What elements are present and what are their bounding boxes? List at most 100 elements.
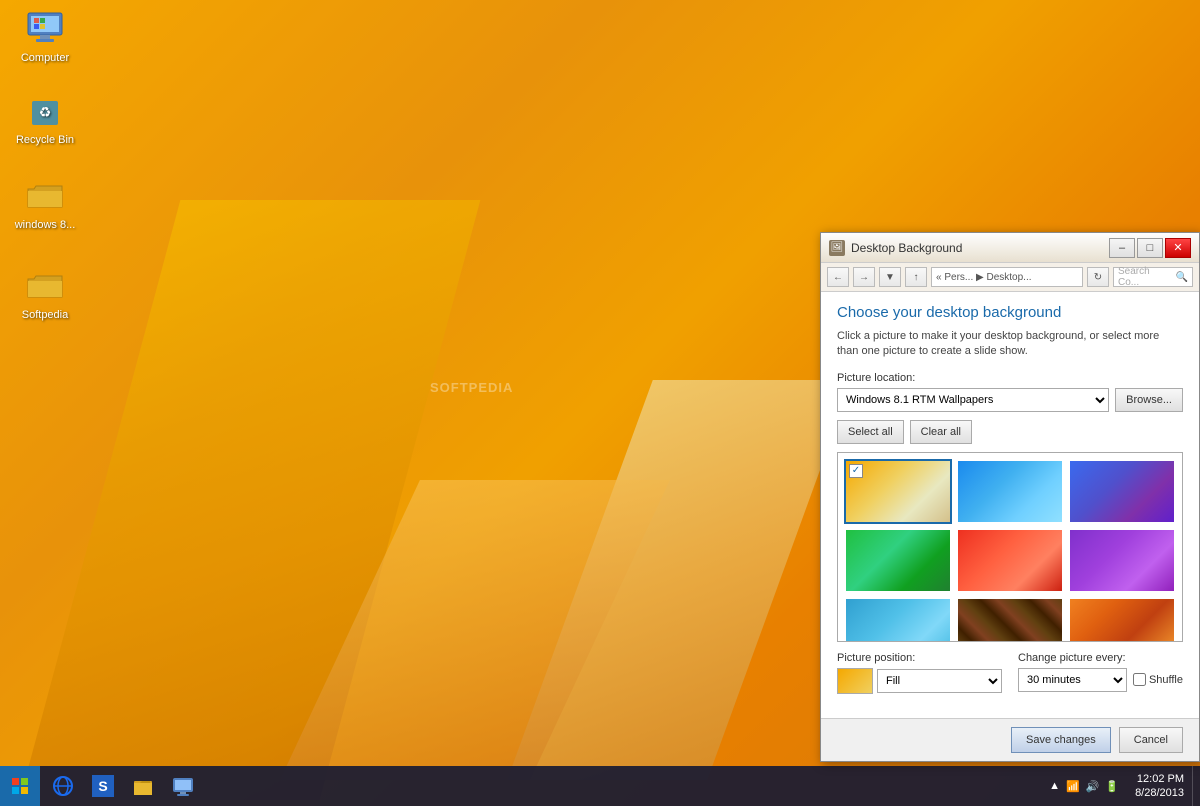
dropdown-button[interactable]: ▼ <box>879 267 901 287</box>
change-row: 30 minutes Shuffle <box>1018 668 1183 692</box>
taskbar-item-explorer[interactable] <box>124 768 162 804</box>
wallpaper-thumb-9 <box>1070 599 1174 642</box>
wallpaper-thumb-6 <box>1070 530 1174 591</box>
ie-icon <box>52 775 74 797</box>
wallpaper-thumb-2 <box>958 461 1062 522</box>
picture-location-row: Windows 8.1 RTM Wallpapers Browse... <box>837 388 1183 412</box>
clear-all-button[interactable]: Clear all <box>910 420 972 444</box>
recycle-icon: ♻ <box>25 90 65 130</box>
explorer-icon <box>132 775 154 797</box>
volume-icon: 🔊 <box>1086 780 1100 793</box>
desktop-icon-computer[interactable]: Computer <box>10 8 80 65</box>
address-input[interactable]: « Pers... ▶ Desktop... <box>931 267 1083 287</box>
wallpaper-item-9[interactable] <box>1068 597 1176 642</box>
select-all-button[interactable]: Select all <box>837 420 904 444</box>
desktop-icon-softpedia[interactable]: Softpedia <box>10 265 80 322</box>
desktop-icon-recycle[interactable]: ♻ Recycle Bin <box>10 90 80 147</box>
select-clear-row: Select all Clear all <box>837 420 1183 444</box>
computer-icon <box>25 8 65 48</box>
change-picture-section: Change picture every: 30 minutes Shuffle <box>1018 652 1183 692</box>
change-every-select[interactable]: 30 minutes <box>1018 668 1127 692</box>
search-input[interactable]: Search Co... 🔍 <box>1113 267 1193 287</box>
wallpaper-item-5[interactable] <box>956 528 1064 593</box>
wallpaper-thumb-8 <box>958 599 1062 642</box>
taskbar: S ▲ 📶 🔊 <box>0 766 1200 806</box>
address-path: « Pers... ▶ Desktop... <box>936 272 1032 283</box>
title-bar-buttons: – □ ✕ <box>1109 238 1191 258</box>
wallpaper-item-7[interactable] <box>844 597 952 642</box>
dialog-title-bar[interactable]: 🖼 Desktop Background – □ ✕ <box>821 233 1199 263</box>
dialog-title-text: Desktop Background <box>851 241 1109 255</box>
dialog-footer: Save changes Cancel <box>821 718 1199 761</box>
softpedia-folder-icon <box>25 265 65 305</box>
taskbar-item-rdp[interactable] <box>164 768 202 804</box>
wallpaper-checkbox-1[interactable]: ✓ <box>849 464 863 478</box>
wallpaper-item-2[interactable] <box>956 459 1064 524</box>
bottom-controls: Picture position: Fill Change picture ev… <box>837 652 1183 694</box>
rdp-icon <box>172 775 194 797</box>
system-tray: ▲ 📶 🔊 🔋 <box>1041 780 1127 793</box>
taskbar-item-ie[interactable] <box>44 768 82 804</box>
save-changes-button[interactable]: Save changes <box>1011 727 1111 753</box>
wallpaper-thumb-7 <box>846 599 950 642</box>
position-select[interactable]: Fill <box>877 669 1002 693</box>
up-button[interactable]: ↑ <box>905 267 927 287</box>
network-icon: 📶 <box>1066 780 1080 793</box>
close-button[interactable]: ✕ <box>1165 238 1191 258</box>
skydrive-icon: S <box>92 775 114 797</box>
minimize-button[interactable]: – <box>1109 238 1135 258</box>
taskbar-item-skydrive[interactable]: S <box>84 768 122 804</box>
wallpaper-thumb-5 <box>958 530 1062 591</box>
wallpaper-thumb-3 <box>1070 461 1174 522</box>
wallpaper-item-3[interactable] <box>1068 459 1176 524</box>
computer-icon-label: Computer <box>21 52 69 65</box>
refresh-button[interactable]: ↻ <box>1087 267 1109 287</box>
desktop-icon-windows8[interactable]: windows 8... <box>10 175 80 232</box>
watermark: SOFTPEDIA <box>430 380 513 395</box>
desktop: SOFTPEDIA Computer ♻ Recycle Bin <box>0 0 1200 806</box>
position-thumbnail <box>837 668 873 694</box>
shuffle-checkbox[interactable] <box>1133 673 1146 686</box>
tray-up-arrow[interactable]: ▲ <box>1049 780 1060 792</box>
browse-button[interactable]: Browse... <box>1115 388 1183 412</box>
wallpaper-item-4[interactable] <box>844 528 952 593</box>
wallpaper-grid-container[interactable]: ✓ <box>837 452 1183 642</box>
clock-date: 8/28/2013 <box>1135 786 1184 800</box>
back-button[interactable]: ← <box>827 267 849 287</box>
dialog-icon: 🖼 <box>829 240 845 256</box>
windows8-folder-icon <box>25 175 65 215</box>
wallpaper-item-6[interactable] <box>1068 528 1176 593</box>
cancel-button[interactable]: Cancel <box>1119 727 1183 753</box>
taskbar-clock[interactable]: 12:02 PM 8/28/2013 <box>1127 772 1192 801</box>
start-button[interactable] <box>0 766 40 806</box>
recycle-icon-label: Recycle Bin <box>16 134 74 147</box>
wallpaper-grid: ✓ <box>838 453 1182 642</box>
picture-position-section: Picture position: Fill <box>837 652 1002 694</box>
battery-icon: 🔋 <box>1105 780 1119 793</box>
change-picture-label: Change picture every: <box>1018 652 1183 664</box>
taskbar-items: S <box>40 768 1041 804</box>
softpedia-icon-label: Softpedia <box>22 309 68 322</box>
maximize-button[interactable]: □ <box>1137 238 1163 258</box>
dialog-subtitle: Click a picture to make it your desktop … <box>837 329 1183 360</box>
position-row: Fill <box>837 668 1002 694</box>
wallpaper-thumb-4 <box>846 530 950 591</box>
search-placeholder: Search Co... <box>1118 266 1174 288</box>
picture-location-select[interactable]: Windows 8.1 RTM Wallpapers <box>837 388 1109 412</box>
dialog-main-title: Choose your desktop background <box>837 304 1183 321</box>
windows-logo-icon <box>11 777 29 795</box>
desktop-background-dialog: 🖼 Desktop Background – □ ✕ ← → ▼ ↑ « Per… <box>820 232 1200 762</box>
forward-button[interactable]: → <box>853 267 875 287</box>
picture-location-label: Picture location: <box>837 372 1183 384</box>
shuffle-text: Shuffle <box>1149 674 1183 686</box>
show-desktop-button[interactable] <box>1192 766 1200 806</box>
address-bar: ← → ▼ ↑ « Pers... ▶ Desktop... ↻ Search … <box>821 263 1199 292</box>
wallpaper-item-1[interactable]: ✓ <box>844 459 952 524</box>
search-icon: 🔍 <box>1176 272 1188 283</box>
dialog-main-content: Choose your desktop background Click a p… <box>821 292 1199 718</box>
wallpaper-item-8[interactable] <box>956 597 1064 642</box>
windows8-icon-label: windows 8... <box>15 219 76 232</box>
shuffle-label: Shuffle <box>1133 673 1183 686</box>
svg-text:♻: ♻ <box>39 104 52 120</box>
picture-position-label: Picture position: <box>837 652 1002 664</box>
